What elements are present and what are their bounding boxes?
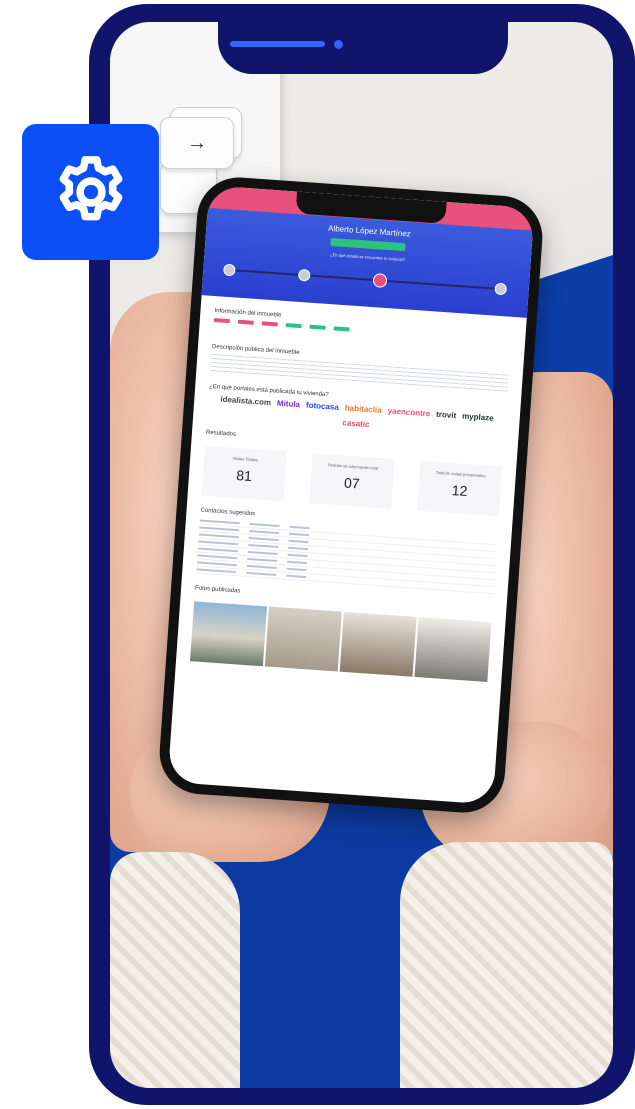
progress-step — [494, 282, 508, 296]
property-photo — [414, 617, 492, 682]
stat-card: Visitas Totales 81 — [201, 445, 287, 502]
stat-label: Visitas Totales — [232, 455, 259, 463]
stat-value: 07 — [343, 474, 361, 492]
property-photo — [190, 601, 268, 667]
progress-step-active — [372, 273, 388, 288]
portal-logo: casatic — [342, 418, 370, 430]
status-pill — [237, 319, 254, 325]
portal-logo: Mitula — [276, 398, 301, 410]
status-badge — [330, 237, 406, 252]
property-photo — [264, 606, 342, 672]
arrow-key: → — [160, 117, 234, 169]
progress-line — [225, 268, 505, 291]
stat-card: Total de visitas presenciales 12 — [417, 460, 503, 517]
portal-logo: yaencontre — [387, 406, 431, 419]
stat-value: 12 — [451, 482, 468, 500]
portal-logo: fotocasa — [305, 400, 340, 412]
stat-value: 81 — [235, 466, 253, 485]
gear-icon — [59, 156, 122, 221]
status-pill — [261, 321, 278, 327]
portal-logo: trovit — [435, 409, 457, 421]
property-photo — [339, 611, 417, 677]
right-sleeve — [400, 842, 613, 1088]
status-pill — [309, 324, 326, 330]
status-pill — [333, 326, 350, 332]
left-sleeve — [110, 852, 240, 1088]
notch-speaker-bar — [230, 41, 325, 47]
held-smartphone-screen: Alberto López Martínez ¿En qué estado se… — [167, 185, 535, 805]
stat-card: Petición de información total 07 — [309, 453, 395, 509]
phone-notch — [218, 4, 508, 74]
portal-logo: idealista.com — [220, 394, 272, 408]
notch-camera-dot — [334, 40, 343, 49]
stat-label: Petición de información total — [327, 462, 379, 471]
progress-step — [222, 263, 236, 277]
status-pill — [285, 323, 302, 329]
status-pill — [213, 318, 230, 324]
progress-step — [297, 268, 311, 282]
portal-logo: myplaze — [461, 411, 494, 423]
stat-label: Total de visitas presenciales — [435, 469, 486, 479]
held-smartphone: Alberto López Martínez ¿En qué estado se… — [156, 174, 546, 816]
settings-badge — [22, 124, 159, 260]
portal-logo: habitaclia — [344, 403, 382, 415]
